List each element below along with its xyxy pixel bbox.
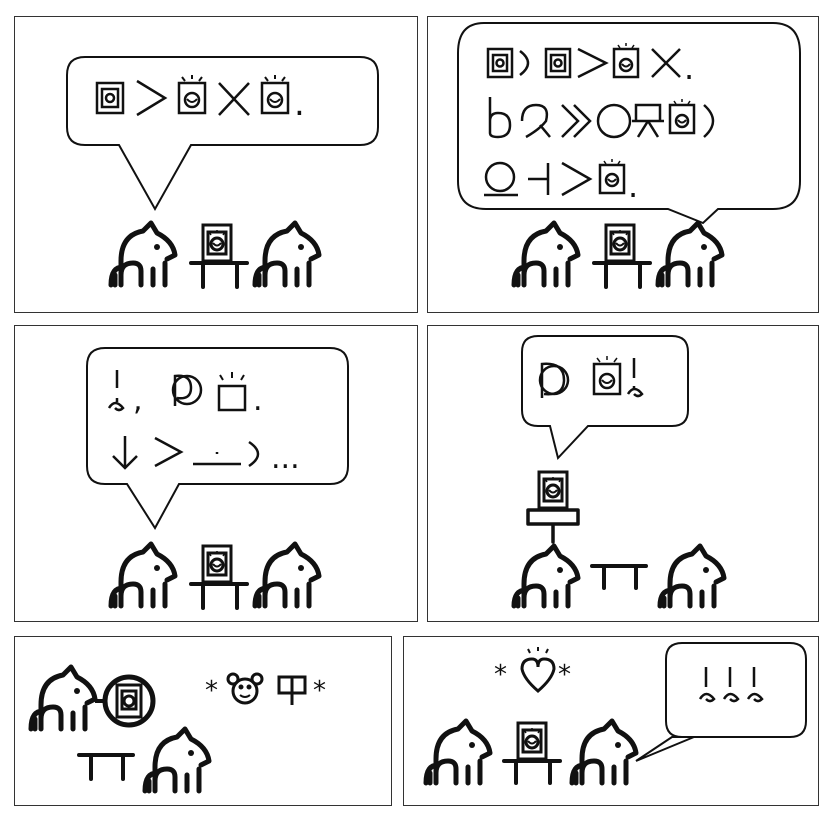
table-icon	[592, 261, 652, 289]
comic-panel-3: , . ...	[14, 325, 418, 622]
table-icon	[502, 759, 562, 785]
cat-icon	[569, 718, 639, 786]
comic-panel-6: * *	[403, 636, 819, 806]
panel-4-drawing	[511, 335, 727, 609]
cat-icon	[657, 543, 727, 609]
glyph-symbols	[277, 675, 307, 705]
comic-panel-1: .	[14, 16, 418, 313]
cat-icon	[423, 718, 493, 786]
tv-icon	[201, 544, 233, 584]
panel-1-drawing: .	[66, 56, 379, 289]
table-icon	[189, 261, 249, 289]
comic-page: . . . , . ... * * * *	[0, 0, 831, 819]
tv-icon	[537, 470, 569, 510]
cat-icon	[655, 220, 725, 288]
heart-icon	[520, 647, 556, 693]
bubble-period: .	[294, 84, 305, 124]
panel-6-drawing: * *	[423, 642, 807, 786]
star-right: *	[313, 676, 326, 706]
bubble-ellipsis: ...	[271, 441, 300, 476]
bubble-period: .	[628, 167, 638, 205]
panel-2-drawing: . .	[457, 22, 801, 289]
cat-icon	[252, 541, 322, 609]
cat-icon	[108, 220, 178, 288]
tv-icon	[516, 721, 548, 761]
tv-icon	[102, 674, 156, 728]
cat-icon	[28, 664, 98, 732]
star-right: *	[558, 660, 571, 690]
table-icon	[77, 753, 135, 781]
tv-icon	[201, 223, 233, 263]
table-icon	[590, 564, 648, 590]
speech-bubble	[635, 642, 807, 762]
star-left: *	[494, 660, 507, 690]
tv-icon	[604, 223, 636, 263]
cat-icon	[511, 543, 581, 609]
table-icon	[526, 508, 580, 544]
cat-icon	[108, 541, 178, 609]
speech-bubble	[521, 335, 689, 461]
cat-icon	[252, 220, 322, 288]
star-left: *	[205, 676, 218, 706]
panel-5-drawing: * *	[28, 664, 326, 794]
comic-panel-5: * *	[14, 636, 392, 806]
cat-icon	[511, 220, 581, 288]
bubble-period: .	[253, 383, 263, 418]
table-icon	[189, 582, 249, 610]
comic-panel-2: . .	[427, 16, 819, 313]
cat-icon	[142, 726, 212, 794]
speech-bubble	[66, 56, 379, 212]
bubble-period: .	[684, 49, 694, 87]
bear-face-icon	[226, 672, 264, 705]
bubble-comma: ,	[133, 383, 143, 418]
panel-3-drawing: , . ...	[86, 347, 349, 610]
comic-panel-4	[427, 325, 819, 622]
